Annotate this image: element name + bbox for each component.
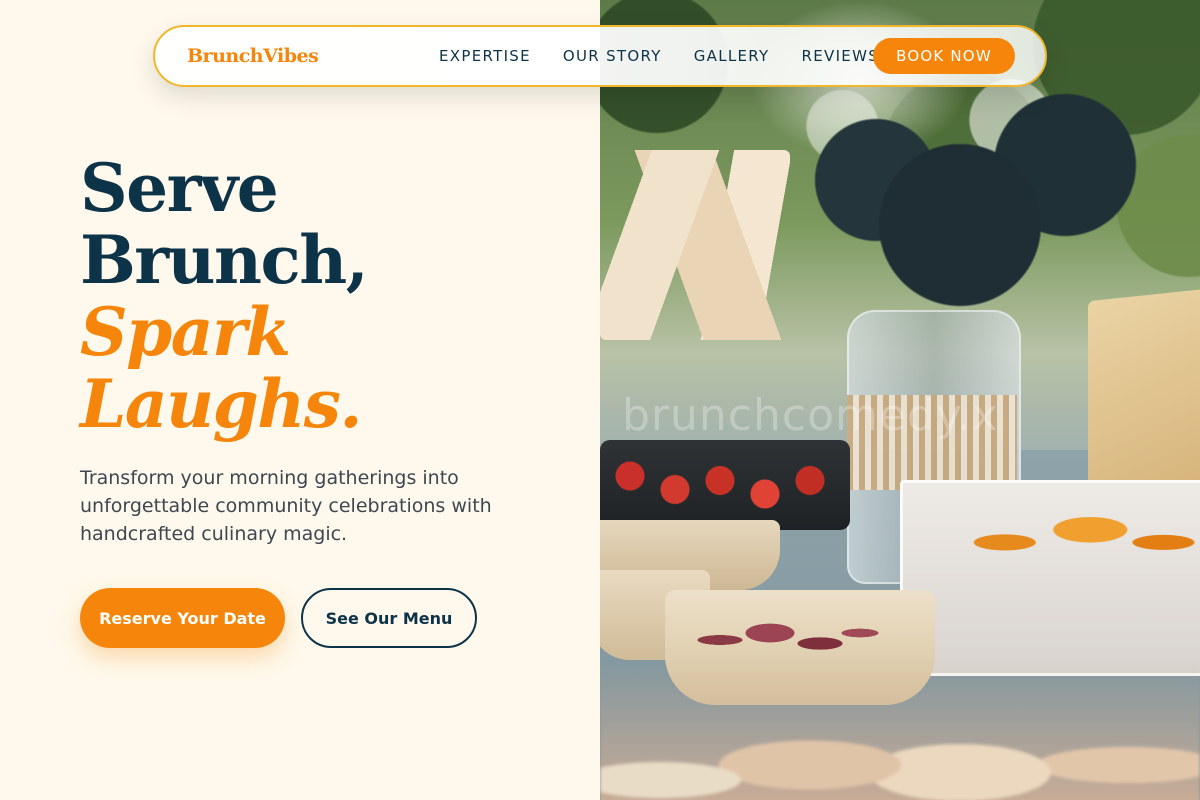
book-now-button[interactable]: BOOK NOW (873, 38, 1015, 74)
photo-tomato-platter (600, 440, 850, 530)
nav-link-our-story[interactable]: OUR STORY (547, 47, 678, 65)
photo-watermark: brunchcomedy.x (622, 390, 999, 441)
hero-subtext: Transform your morning gatherings into u… (80, 467, 492, 545)
nav-links: EXPERTISE OUR STORY GALLERY REVIEWS (423, 27, 895, 85)
headline-accent-laughs: Laughs. (80, 365, 362, 443)
photo-sandwiches (600, 660, 1200, 800)
nav-link-gallery[interactable]: GALLERY (678, 47, 786, 65)
see-menu-button[interactable]: See Our Menu (301, 588, 477, 648)
nav-link-expertise[interactable]: EXPERTISE (423, 47, 547, 65)
headline-line-brunch: Brunch, (80, 221, 369, 299)
reserve-date-button[interactable]: Reserve Your Date (80, 588, 285, 648)
brand-logo[interactable]: BrunchVibes (187, 27, 319, 85)
hero-photo-brunch-table: brunchcomedy.x (600, 0, 1200, 800)
photo-tortilla-chips (956, 492, 1200, 576)
headline-accent-spark: Spark (80, 293, 291, 371)
hero-section: Serve Brunch, Spark Laughs. Transform yo… (0, 0, 600, 800)
hero-headline: Serve Brunch, Spark Laughs. (80, 149, 369, 443)
top-navbar: BrunchVibes EXPERTISE OUR STORY GALLERY … (153, 25, 1047, 87)
headline-line-serve: Serve (80, 149, 279, 227)
